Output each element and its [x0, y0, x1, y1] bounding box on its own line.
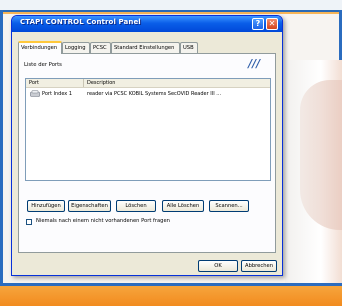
delete-button[interactable]: Löschen: [116, 200, 156, 212]
background-top-strip: [0, 0, 342, 12]
frame-left-border: [0, 10, 3, 286]
background-bottom-band: [0, 286, 342, 306]
table-row[interactable]: Port Index 1 reader via PCSC KOBIL Syste…: [26, 89, 270, 99]
control-panel-window: CTAPI CONTROL Control Panel ? ✕ Verbindu…: [11, 15, 283, 276]
list-header: Port Description: [26, 79, 270, 88]
cancel-button[interactable]: Abbrechen: [241, 260, 277, 272]
title-bar[interactable]: CTAPI CONTROL Control Panel ? ✕: [12, 16, 282, 32]
help-button[interactable]: ?: [252, 18, 264, 30]
tab-pcsc[interactable]: PCSC: [90, 42, 111, 53]
window-title: CTAPI CONTROL Control Panel: [20, 18, 141, 26]
kobil-logo-icon: ///: [248, 57, 261, 70]
column-header-port[interactable]: Port: [26, 79, 84, 87]
ok-button[interactable]: OK: [198, 260, 238, 272]
column-header-description[interactable]: Description: [84, 79, 270, 87]
ports-list[interactable]: Port Description Port Index 1 reader via…: [25, 78, 271, 181]
properties-button[interactable]: Eigenschaften: [68, 200, 111, 212]
tab-standard-einstellungen[interactable]: Standard Einstellungen: [111, 42, 180, 53]
port-cell: Port Index 1: [42, 91, 73, 97]
tab-usb[interactable]: USB: [180, 42, 198, 53]
tab-verbindungen[interactable]: Verbindungen: [18, 41, 62, 54]
tab-logging[interactable]: Logging: [62, 42, 90, 53]
background-photo: [300, 80, 342, 230]
delete-all-button[interactable]: Alle Löschen: [162, 200, 204, 212]
card-reader-icon: [30, 90, 40, 97]
scan-button[interactable]: Scannen...: [209, 200, 249, 212]
never-ask-label[interactable]: Niemals nach einem nicht vorhandenen Por…: [36, 218, 170, 224]
close-button[interactable]: ✕: [266, 18, 278, 30]
description-cell: reader via PCSC KOBIL Systems SecOVID Re…: [87, 91, 222, 97]
add-button[interactable]: Hinzufügen: [27, 200, 65, 212]
ports-section-label: Liste der Ports: [24, 62, 62, 68]
never-ask-checkbox[interactable]: [26, 219, 32, 225]
